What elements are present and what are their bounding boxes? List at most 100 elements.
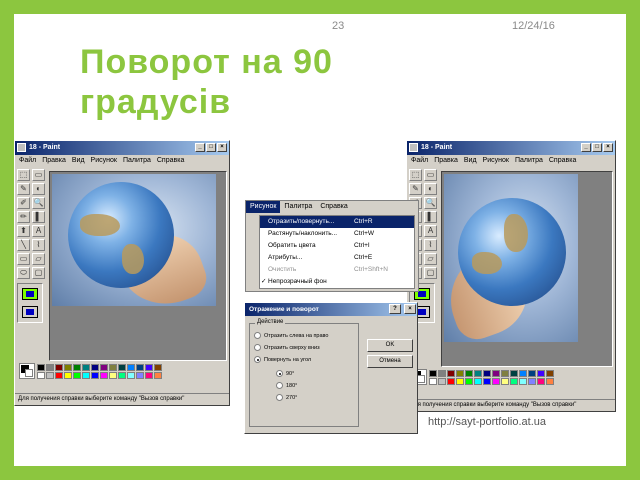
maximize-button[interactable]: □ [592,143,602,152]
tool-button[interactable]: ✐ [17,197,30,209]
menu-view[interactable]: Вид [72,155,85,167]
current-colors[interactable] [19,363,35,379]
tool-button[interactable]: A [32,225,45,237]
palette-swatch[interactable] [64,363,72,371]
palette-swatch[interactable] [64,371,72,379]
transparent-option-icon[interactable] [22,306,38,318]
menu-item-stretch-skew[interactable]: Растянуть/наклонить... Ctrl+W [260,228,414,240]
radio-rotate-by-angle[interactable]: Повернуть на угол [254,356,311,363]
paint-left-titlebar[interactable]: 18 - Paint _ □ × [15,141,229,155]
palette-swatch[interactable] [528,377,536,385]
palette-swatch[interactable] [82,363,90,371]
tool-button[interactable]: ⬭ [17,267,30,279]
ok-button[interactable]: OK [367,339,413,352]
tool-button[interactable]: ◐ [32,183,45,195]
palette-swatch[interactable] [447,369,455,377]
menu-item-attributes[interactable]: Атрибуты... Ctrl+E [260,252,414,264]
palette-swatch[interactable] [37,363,45,371]
palette-swatch[interactable] [492,369,500,377]
tool-button[interactable]: ▱ [32,253,45,265]
palette-swatch[interactable] [429,377,437,385]
paint-right-titlebar[interactable]: 18 - Paint _ □ × [407,141,615,155]
cancel-button[interactable]: Отмена [367,355,413,368]
menu-palette[interactable]: Палитра [515,155,543,167]
menu-view[interactable]: Вид [464,155,477,167]
radio-angle-180[interactable]: 180° [276,382,297,389]
palette-swatch[interactable] [528,369,536,377]
tool-button[interactable]: ✎ [17,183,30,195]
menu-file[interactable]: Файл [411,155,428,167]
tool-button[interactable]: 🔍 [424,197,437,209]
palette-swatch[interactable] [447,377,455,385]
palette-swatch[interactable] [136,371,144,379]
menu-item-flip-rotate[interactable]: Отразить/повернуть... Ctrl+R [260,216,414,228]
tool-button[interactable]: A [424,225,437,237]
palette-swatch[interactable] [91,371,99,379]
palette-swatch[interactable] [438,369,446,377]
palette-swatch[interactable] [537,369,545,377]
menu-image[interactable]: Рисунок [91,155,117,167]
palette-swatch[interactable] [55,363,63,371]
minimize-button[interactable]: _ [195,143,205,152]
dialog-titlebar[interactable]: Отражение и поворот ? × [245,303,417,316]
palette-swatch[interactable] [118,363,126,371]
tool-button[interactable]: ⬚ [17,169,30,181]
source-url[interactable]: http://sayt-portfolio.at.ua [428,416,546,428]
palette-swatch[interactable] [145,371,153,379]
tab-help[interactable]: Справка [316,201,351,213]
palette-swatch[interactable] [154,363,162,371]
canvas-image-left[interactable] [52,174,216,306]
tab-image[interactable]: Рисунок [246,201,281,213]
radio-angle-270[interactable]: 270° [276,394,297,401]
tool-button[interactable]: ▢ [424,267,437,279]
palette-swatch[interactable] [465,377,473,385]
palette-swatch[interactable] [73,363,81,371]
radio-flip-horizontal[interactable]: Отразить слева на право [254,332,328,339]
palette-swatch[interactable] [465,369,473,377]
palette-swatch[interactable] [109,363,117,371]
palette-swatch[interactable] [37,371,45,379]
palette-swatch[interactable] [127,371,135,379]
palette-swatch[interactable] [100,363,108,371]
close-button[interactable]: × [217,143,227,152]
dialog-close-button[interactable]: × [404,304,416,314]
tool-button[interactable]: ✏ [17,211,30,223]
palette-swatch[interactable] [118,371,126,379]
menu-palette[interactable]: Палитра [123,155,151,167]
menu-image[interactable]: Рисунок [483,155,509,167]
help-button[interactable]: ? [389,304,401,314]
canvas-area-left[interactable] [49,171,227,361]
palette-swatch[interactable] [438,377,446,385]
menu-item-clear-image[interactable]: Очистить Ctrl+Shft+N [260,264,414,276]
close-button[interactable]: × [603,143,613,152]
menu-item-opaque-background[interactable]: ✓ Непрозрачный фон [260,276,414,288]
palette-swatch[interactable] [100,371,108,379]
palette-swatch[interactable] [136,363,144,371]
canvas-area-right[interactable] [441,171,613,367]
tab-palette[interactable]: Палитра [280,201,316,213]
menu-help[interactable]: Справка [549,155,576,167]
palette-swatch[interactable] [510,369,518,377]
tool-button[interactable]: ▭ [17,253,30,265]
palette-swatch[interactable] [55,371,63,379]
tool-button[interactable]: ▢ [32,267,45,279]
radio-flip-vertical[interactable]: Отразить сверху вниз [254,344,320,351]
tool-button[interactable]: ⌇ [32,239,45,251]
minimize-button[interactable]: _ [581,143,591,152]
palette-swatch[interactable] [474,369,482,377]
tool-button[interactable]: ✎ [409,183,422,195]
tool-button[interactable]: ⌇ [424,239,437,251]
palette-swatch[interactable] [82,371,90,379]
palette-swatch[interactable] [73,371,81,379]
palette-swatch[interactable] [127,363,135,371]
palette-swatch[interactable] [546,377,554,385]
tool-button[interactable]: 🔍 [32,197,45,209]
palette-swatch[interactable] [501,369,509,377]
palette-swatch[interactable] [474,377,482,385]
palette-swatch[interactable] [492,377,500,385]
tool-button[interactable]: ▭ [424,169,437,181]
palette-swatch[interactable] [546,369,554,377]
menu-edit[interactable]: Правка [42,155,66,167]
tool-button[interactable]: ▭ [32,169,45,181]
palette-swatch[interactable] [91,363,99,371]
